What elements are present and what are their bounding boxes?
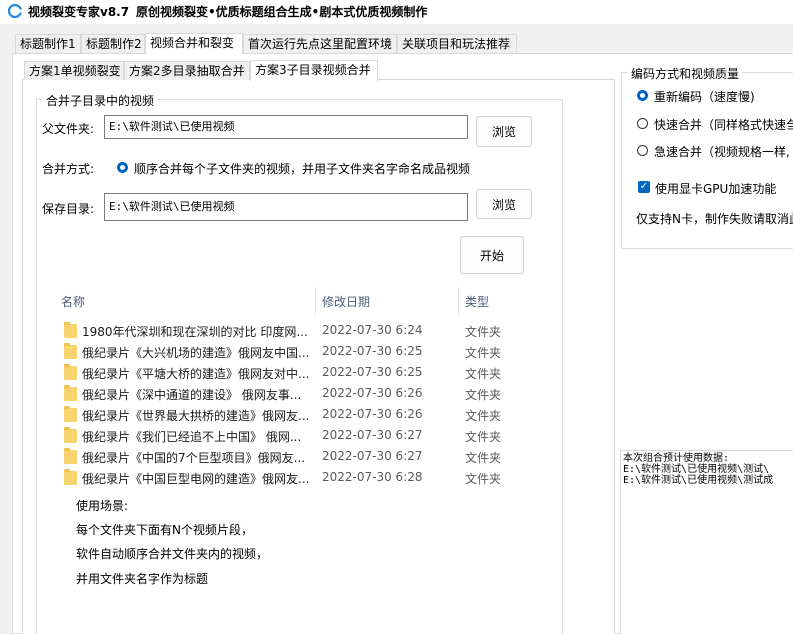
column-type-header[interactable]: 类型 bbox=[465, 293, 489, 310]
encoding-option-radio[interactable] bbox=[637, 118, 648, 129]
file-type: 文件夹 bbox=[465, 430, 502, 444]
folder-icon bbox=[64, 343, 77, 359]
tab-video-merge[interactable]: 视频合并和裂变 bbox=[145, 33, 243, 54]
tab-scheme-3[interactable]: 方案3子目录视频合并 bbox=[250, 60, 378, 81]
file-date: 2022-07-30 6:25 bbox=[322, 365, 423, 379]
file-type: 文件夹 bbox=[465, 367, 502, 381]
folder-icon bbox=[64, 469, 77, 485]
tab-related-projects[interactable]: 关联项目和玩法推荐 bbox=[397, 34, 517, 53]
tab-title-2[interactable]: 标题制作2 bbox=[81, 34, 145, 53]
usage-note-line: 每个文件夹下面有N个视频片段， bbox=[76, 523, 253, 537]
folder-icon bbox=[64, 448, 77, 464]
log-line: E:\软件测试\已使用视频\测试\ bbox=[623, 464, 770, 475]
merge-mode-label: 合并方式: bbox=[42, 162, 95, 176]
file-name: 俄纪录片《中国的7个巨型项目》俄网友... bbox=[82, 451, 306, 465]
folder-icon bbox=[64, 364, 77, 380]
usage-note-line: 软件自动顺序合并文件夹内的视频， bbox=[76, 547, 269, 561]
log-line: 本次组合预计使用数据: bbox=[623, 453, 730, 464]
parent-folder-label: 父文件夹: bbox=[42, 122, 95, 136]
encoding-option-fast: 快速合并（同样格式快速刍 bbox=[654, 118, 793, 132]
file-list-row[interactable]: 俄纪录片《中国的7个巨型项目》俄网友... 2022-07-30 6:27 文件… bbox=[60, 446, 520, 467]
file-date: 2022-07-30 6:27 bbox=[322, 449, 423, 463]
file-list-row[interactable]: 俄纪录片《大兴机场的建造》俄网友中国... 2022-07-30 6:25 文件… bbox=[60, 341, 520, 362]
browse-save-button[interactable]: 浏览 bbox=[476, 189, 532, 219]
file-type: 文件夹 bbox=[465, 346, 502, 360]
app-logo-icon bbox=[8, 4, 22, 18]
file-date: 2022-07-30 6:26 bbox=[322, 407, 423, 421]
gpu-checkbox-label: 使用显卡GPU加速功能 bbox=[655, 182, 777, 196]
file-name: 俄纪录片《世界最大拱桥的建造》俄网友... bbox=[82, 409, 310, 423]
file-date: 2022-07-30 6:25 bbox=[322, 344, 423, 358]
start-button[interactable]: 开始 bbox=[460, 236, 524, 274]
log-line: E:\软件测试\已使用视频\测试成 bbox=[623, 475, 774, 486]
tab-scheme-1[interactable]: 方案1单视频裂变 bbox=[24, 61, 124, 80]
file-type: 文件夹 bbox=[465, 451, 502, 465]
file-type: 文件夹 bbox=[465, 388, 502, 402]
encoding-option-radio[interactable] bbox=[637, 90, 648, 101]
column-separator bbox=[458, 287, 459, 315]
merge-mode-radio[interactable] bbox=[117, 162, 128, 173]
file-list-row[interactable]: 俄纪录片《中国巨型电网的建造》俄网友... 2022-07-30 6:28 文件… bbox=[60, 467, 520, 488]
file-list-row[interactable]: 俄纪录片《我们已经追不上中国》 俄网... 2022-07-30 6:27 文件… bbox=[60, 425, 520, 446]
file-type: 文件夹 bbox=[465, 409, 502, 423]
gpu-note: 仅支持N卡，制作失败请取消此 bbox=[636, 212, 793, 226]
folder-icon bbox=[64, 406, 77, 422]
folder-icon bbox=[64, 322, 77, 338]
tab-title-1[interactable]: 标题制作1 bbox=[15, 34, 81, 53]
column-separator bbox=[315, 287, 316, 315]
file-list-row[interactable]: 俄纪录片《深中通道的建设》 俄网友事... 2022-07-30 6:26 文件… bbox=[60, 383, 520, 404]
column-name-header[interactable]: 名称 bbox=[61, 293, 85, 310]
usage-note-heading: 使用场景: bbox=[76, 499, 129, 513]
encoding-option-turbo: 急速合并（视频规格一样, bbox=[654, 145, 790, 159]
merge-group-title: 合并子目录中的视频 bbox=[43, 92, 158, 109]
file-name: 俄纪录片《平塘大桥的建造》俄网友对中... bbox=[82, 367, 310, 381]
log-textarea[interactable]: 本次组合预计使用数据: E:\软件测试\已使用视频\测试\ E:\软件测试\已使… bbox=[620, 450, 793, 634]
file-date: 2022-07-30 6:28 bbox=[322, 470, 423, 484]
encoding-option-radio[interactable] bbox=[637, 145, 648, 156]
file-date: 2022-07-30 6:26 bbox=[322, 386, 423, 400]
app-subtitle: 原创视频裂变•优质标题组合生成•剧本式优质视频制作 bbox=[136, 5, 428, 19]
save-dir-label: 保存目录: bbox=[42, 202, 95, 216]
file-name: 俄纪录片《深中通道的建设》 俄网友事... bbox=[82, 388, 302, 402]
save-dir-field[interactable]: E:\软件测试\已使用视频 bbox=[104, 193, 468, 221]
file-date: 2022-07-30 6:27 bbox=[322, 428, 423, 442]
usage-note-line: 并用文件夹名字作为标题 bbox=[76, 572, 209, 586]
folder-icon bbox=[64, 385, 77, 401]
folder-icon bbox=[64, 427, 77, 443]
encoding-group-title: 编码方式和视频质量 bbox=[628, 65, 743, 82]
column-date-header[interactable]: 修改日期 bbox=[322, 293, 370, 310]
app-title: 视频裂变专家v8.7 bbox=[28, 5, 130, 19]
file-list-row[interactable]: 俄纪录片《世界最大拱桥的建造》俄网友... 2022-07-30 6:26 文件… bbox=[60, 404, 520, 425]
file-name: 俄纪录片《大兴机场的建造》俄网友中国... bbox=[82, 346, 310, 360]
tab-scheme-2[interactable]: 方案2多目录抽取合并 bbox=[124, 61, 250, 80]
gpu-checkbox[interactable]: ✓ bbox=[638, 181, 650, 193]
browse-parent-button[interactable]: 浏览 bbox=[476, 116, 532, 147]
file-list-row[interactable]: 1980年代深圳和现在深圳的对比 印度网... 2022-07-30 6:24 … bbox=[60, 320, 520, 341]
file-name: 1980年代深圳和现在深圳的对比 印度网... bbox=[82, 325, 308, 339]
encoding-option-reencode: 重新编码（速度慢) bbox=[654, 90, 755, 104]
file-type: 文件夹 bbox=[465, 472, 502, 486]
file-list-row[interactable]: 俄纪录片《平塘大桥的建造》俄网友对中... 2022-07-30 6:25 文件… bbox=[60, 362, 520, 383]
file-name: 俄纪录片《我们已经追不上中国》 俄网... bbox=[82, 430, 302, 444]
file-date: 2022-07-30 6:24 bbox=[322, 323, 423, 337]
parent-folder-field[interactable]: E:\软件测试\已使用视频 bbox=[104, 115, 468, 139]
tab-first-run-setup[interactable]: 首次运行先点这里配置环境 bbox=[243, 34, 397, 53]
merge-mode-option: 顺序合并每个子文件夹的视频，并用子文件夹名字命名成品视频 bbox=[134, 162, 471, 176]
file-type: 文件夹 bbox=[465, 325, 502, 339]
file-name: 俄纪录片《中国巨型电网的建造》俄网友... bbox=[82, 472, 310, 486]
